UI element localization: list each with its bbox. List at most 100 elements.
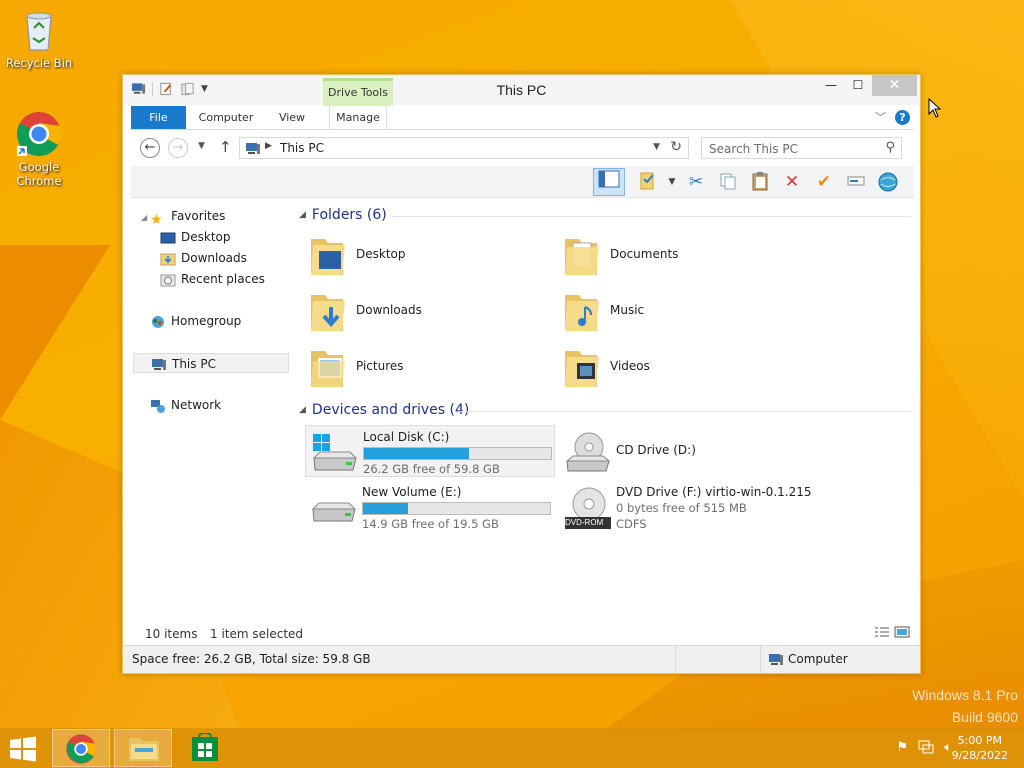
breadcrumb[interactable]: This PC	[280, 141, 324, 155]
computer-icon	[769, 654, 783, 665]
preview-pane-icon	[598, 170, 620, 188]
drive-item[interactable]: DVD-ROM DVD Drive (F:) virtio-win-0.1.21…	[559, 481, 812, 533]
tab-computer[interactable]: Computer	[191, 106, 261, 129]
folder-item[interactable]: Pictures	[295, 341, 545, 395]
maximize-button[interactable]: ☐	[845, 75, 871, 96]
folder-item[interactable]: Videos	[549, 341, 799, 395]
cut-icon[interactable]: ✂	[684, 171, 708, 193]
group-header-devices[interactable]: ◢ Devices and drives (4)	[299, 402, 469, 418]
dvd-rom-badge: DVD-ROM	[565, 518, 604, 527]
videos-folder-icon	[565, 351, 599, 387]
tab-file[interactable]: File	[131, 106, 186, 129]
chrome-icon	[66, 734, 96, 764]
os-watermark: Windows 8.1 Pro Build 9600	[912, 684, 1018, 728]
taskbar-chrome-button[interactable]	[52, 729, 110, 767]
drive-usage-fill	[363, 503, 408, 514]
divider	[760, 646, 761, 674]
drive-label: DVD Drive (F:) virtio-win-0.1.215	[616, 485, 812, 499]
check-icon[interactable]: ✔	[812, 171, 836, 193]
divider	[391, 216, 911, 217]
paste-icon[interactable]	[748, 171, 772, 193]
folder-label: Documents	[610, 247, 679, 261]
checklist-icon[interactable]	[636, 171, 660, 193]
search-input[interactable]: Search This PC ⚲	[701, 137, 902, 159]
computer-icon	[152, 358, 166, 370]
item-count-row: 10 items 1 item selected	[131, 625, 914, 645]
folder-label: Downloads	[356, 303, 422, 317]
network-icon[interactable]	[918, 740, 934, 754]
wallpaper-shape	[0, 245, 110, 420]
preview-pane-button[interactable]	[593, 168, 625, 196]
folder-item[interactable]: Music	[549, 285, 799, 339]
sidebar-item-label: Network	[171, 398, 222, 412]
drive-item[interactable]: Local Disk (C:) 26.2 GB free of 59.8 GB	[305, 425, 555, 477]
cd-drive-icon	[565, 432, 611, 472]
sidebar-item-label: Desktop	[181, 230, 231, 244]
downloads-folder-icon	[311, 295, 345, 331]
folder-item[interactable]: Documents	[549, 229, 799, 283]
delete-icon[interactable]: ✕	[780, 171, 804, 193]
address-bar[interactable]: ▶ This PC ▼ ↻	[239, 137, 689, 159]
divider	[459, 411, 911, 412]
sidebar-item-homegroup[interactable]: Homegroup	[150, 311, 241, 331]
tab-manage[interactable]: Manage	[329, 106, 387, 129]
copy-icon[interactable]	[716, 171, 740, 193]
recent-locations-dropdown[interactable]: ▼	[198, 141, 205, 151]
sidebar-item-label: Favorites	[171, 209, 226, 223]
close-button[interactable]: ✕	[872, 75, 917, 96]
search-icon[interactable]: ⚲	[885, 140, 895, 155]
sidebar-item-favorites[interactable]: ◢ ★ Favorites	[141, 206, 226, 228]
globe-icon[interactable]	[876, 171, 900, 193]
drive-usage-fill	[364, 448, 469, 459]
computer-icon	[246, 143, 260, 154]
desktop-folder-icon	[311, 239, 345, 275]
collapse-icon[interactable]: ◢	[299, 210, 306, 220]
back-button[interactable]: ←	[140, 138, 160, 158]
sidebar-item-this-pc[interactable]: This PC	[133, 353, 289, 373]
location-text: Computer	[788, 652, 848, 666]
desktop-icon	[160, 232, 176, 243]
sidebar-item-label: Downloads	[181, 251, 247, 265]
clock[interactable]: 5:00 PM 9/28/2022	[952, 733, 1008, 763]
title-bar[interactable]: ▼ Drive Tools This PC — ☐ ✕	[123, 75, 920, 106]
expand-ribbon-icon[interactable]: ﹀	[875, 109, 886, 125]
details-view-icon[interactable]	[874, 626, 890, 638]
taskbar-file-explorer-button[interactable]	[114, 729, 172, 767]
sidebar-item-desktop[interactable]: Desktop	[160, 227, 231, 247]
desktop-icon-recycle-bin[interactable]: Recycle Bin	[1, 6, 77, 70]
refresh-icon[interactable]: ↻	[670, 139, 682, 155]
documents-folder-icon	[565, 239, 599, 275]
start-button[interactable]	[8, 736, 38, 762]
forward-button[interactable]: →	[168, 138, 188, 158]
breadcrumb-chevron-icon[interactable]: ▶	[265, 141, 272, 151]
up-button[interactable]: ↑	[219, 138, 232, 156]
tab-view[interactable]: View	[271, 106, 313, 129]
expand-icon[interactable]: ◢	[141, 213, 147, 222]
sidebar-item-downloads[interactable]: Downloads	[160, 248, 247, 268]
collapse-icon[interactable]: ◢	[299, 405, 306, 415]
folder-item[interactable]: Downloads	[295, 285, 545, 339]
sidebar-item-network[interactable]: Network	[150, 395, 221, 415]
address-dropdown-icon[interactable]: ▼	[653, 142, 660, 152]
drive-item[interactable]: CD Drive (D:)	[559, 425, 809, 477]
sidebar-item-recent-places[interactable]: Recent places	[160, 269, 265, 289]
divider	[675, 646, 676, 674]
rename-icon[interactable]	[844, 171, 868, 193]
help-icon[interactable]: ?	[895, 110, 910, 125]
drive-usage-bar	[363, 447, 552, 460]
folder-label: Desktop	[356, 247, 406, 261]
dropdown-icon[interactable]: ▼	[660, 171, 684, 193]
group-header-folders[interactable]: ◢ Folders (6)	[299, 207, 387, 223]
folder-item[interactable]: Desktop	[295, 229, 545, 283]
store-icon	[192, 731, 218, 761]
desktop-icon-google-chrome[interactable]: Google Chrome	[1, 110, 77, 188]
minimize-button[interactable]: —	[818, 75, 844, 96]
large-icons-view-icon[interactable]	[894, 626, 910, 638]
ribbon-tabs: File Computer View Manage ﹀ ?	[131, 106, 914, 130]
explorer-window: ▼ Drive Tools This PC — ☐ ✕ File Compute…	[122, 74, 921, 674]
drive-item[interactable]: New Volume (E:) 14.9 GB free of 19.5 GB	[305, 481, 555, 533]
watermark-line: Build 9600	[951, 709, 1018, 725]
taskbar-store-button[interactable]	[176, 729, 234, 767]
action-center-flag-icon[interactable]: ⚑	[897, 740, 909, 755]
content-pane: ◢ Folders (6) Desktop Documents Downloads…	[295, 199, 911, 629]
